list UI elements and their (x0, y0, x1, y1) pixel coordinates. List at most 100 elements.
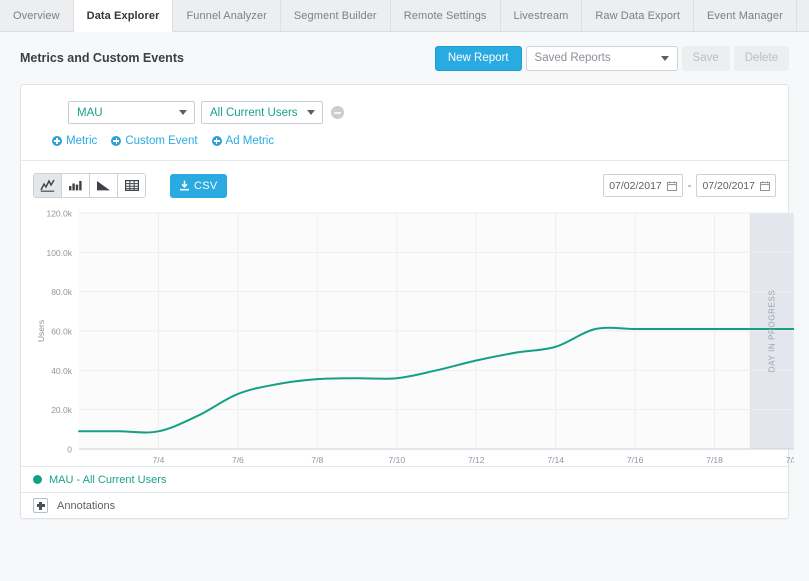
chevron-down-icon (179, 110, 187, 115)
end-date-value: 07/20/2017 (702, 179, 755, 192)
start-date-input[interactable]: 07/02/2017 (603, 174, 683, 197)
nav-tab-funnel-analyzer[interactable]: Funnel Analyzer (173, 0, 281, 31)
page-title: Metrics and Custom Events (20, 51, 184, 65)
download-csv-button[interactable]: CSV (170, 173, 227, 198)
nav-tab-label: Data Explorer (86, 9, 160, 22)
nav-tab-label: Raw Data Export (595, 9, 680, 22)
add-custom-event-link[interactable]: Custom Event (111, 135, 198, 147)
page-header: Metrics and Custom Events New Report Sav… (20, 32, 789, 84)
nav-tab-label: Funnel Analyzer (186, 9, 267, 22)
remove-metric-button[interactable] (331, 106, 344, 119)
nav-tab-segment-builder[interactable]: Segment Builder (281, 0, 391, 31)
annotations-label: Annotations (57, 499, 116, 512)
svg-text:7/16: 7/16 (627, 455, 644, 464)
add-ad-metric-label: Ad Metric (225, 135, 275, 147)
line-chart[interactable]: 0 20.0k 40.0k 60.0k 80.0k 100.0k 120.0k 7/4 7/6 7… (33, 206, 794, 464)
chart-area: 0 20.0k 40.0k 60.0k 80.0k 100.0k 120.0k 7/4 7/6 7… (33, 206, 794, 466)
svg-text:7/20: 7/20 (786, 455, 794, 464)
nav-tab-label: Remote Settings (403, 9, 487, 22)
plus-icon[interactable] (33, 498, 48, 513)
line-chart-icon (40, 179, 55, 192)
nav-tab-event-manager[interactable]: Event Manager (694, 0, 797, 31)
plus-circle-icon (111, 136, 122, 146)
csv-label: CSV (194, 179, 218, 192)
nav-tab-data-explorer[interactable]: Data Explorer (73, 0, 174, 32)
svg-text:7/6: 7/6 (232, 455, 244, 464)
nav-tab-label: Event Manager (706, 9, 783, 22)
metric-selectors: MAU All Current Users (21, 101, 788, 124)
area-chart-icon (97, 181, 110, 191)
calendar-icon (760, 180, 770, 191)
segment-select-value: All Current Users (210, 106, 298, 119)
nav-tab-remote-settings[interactable]: Remote Settings (391, 0, 501, 31)
plus-circle-icon (52, 136, 62, 146)
svg-text:7/14: 7/14 (547, 455, 564, 464)
nav-tab-label: Livestream (513, 9, 569, 22)
table-icon (124, 180, 139, 192)
add-links: Metric Custom Event Ad Metric (21, 124, 788, 160)
calendar-icon (666, 180, 677, 191)
svg-text:80.0k: 80.0k (51, 287, 73, 297)
end-date-input[interactable]: 07/20/2017 (696, 174, 776, 197)
svg-text:20.0k: 20.0k (51, 405, 73, 415)
legend-series-label: MAU - All Current Users (49, 473, 167, 486)
svg-text:60.0k: 60.0k (51, 327, 73, 337)
main-navigation: Overview Data Explorer Funnel Analyzer S… (0, 0, 809, 32)
start-date-value: 07/02/2017 (609, 179, 662, 192)
nav-tab-overview[interactable]: Overview (0, 0, 74, 31)
svg-text:7/10: 7/10 (389, 455, 406, 464)
saved-reports-select[interactable]: Saved Reports (525, 45, 678, 71)
table-button[interactable] (118, 174, 145, 197)
page-container: Metrics and Custom Events New Report Sav… (0, 32, 809, 519)
date-range-separator: - (687, 179, 692, 192)
saved-reports-value: Saved Reports (534, 52, 611, 64)
nav-tab-label: Overview (13, 9, 60, 22)
annotations-row[interactable]: Annotations (21, 492, 788, 518)
add-custom-event-label: Custom Event (125, 135, 198, 147)
date-range-picker: 07/02/2017 - 07/20/2017 (603, 174, 776, 197)
minus-circle-icon (334, 111, 341, 114)
metric-select-value: MAU (77, 106, 103, 119)
nav-tab-livestream[interactable]: Livestream (501, 0, 583, 31)
svg-text:0: 0 (67, 445, 72, 455)
chevron-down-icon (660, 55, 669, 61)
nav-tab-label: Segment Builder (293, 9, 377, 22)
download-icon (180, 180, 189, 191)
svg-text:7/8: 7/8 (311, 455, 323, 464)
svg-text:Users: Users (36, 320, 46, 342)
legend-color-dot (33, 475, 42, 484)
svg-text:7/18: 7/18 (706, 455, 723, 464)
add-metric-label: Metric (66, 135, 98, 147)
chevron-down-icon (307, 110, 315, 115)
bar-chart-button[interactable] (62, 174, 90, 197)
metric-select[interactable]: MAU (68, 101, 195, 124)
metric-configuration-row: MAU All Current Users Metric Custom Even… (21, 85, 788, 161)
delete-label: Delete (744, 52, 778, 64)
svg-text:120.0k: 120.0k (46, 209, 72, 219)
add-metric-link[interactable]: Metric (52, 135, 97, 147)
data-explorer-panel: MAU All Current Users Metric Custom Even… (20, 84, 794, 519)
add-ad-metric-link[interactable]: Ad Metric (211, 135, 275, 147)
new-report-button[interactable]: New Report (434, 45, 522, 71)
save-label: Save (692, 52, 719, 64)
nav-tab-integration[interactable]: Integration (797, 0, 809, 31)
segment-select[interactable]: All Current Users (201, 101, 323, 124)
line-chart-button[interactable] (34, 174, 62, 197)
plus-circle-icon (211, 136, 222, 146)
svg-text:40.0k: 40.0k (51, 366, 73, 376)
save-button[interactable]: Save (681, 45, 730, 71)
svg-text:DAY IN PROGRESS: DAY IN PROGRESS (767, 290, 776, 373)
nav-tab-raw-data-export[interactable]: Raw Data Export (582, 0, 694, 31)
chart-type-group (33, 173, 146, 198)
new-report-label: New Report (447, 52, 509, 64)
chart-toolbar: CSV 07/02/2017 - 07/20/2017 (21, 161, 788, 206)
header-actions: New Report Saved Reports Save Delete (434, 45, 789, 71)
chart-toolbar-left: CSV (33, 173, 227, 198)
chart-legend[interactable]: MAU - All Current Users (21, 466, 788, 492)
svg-text:7/12: 7/12 (468, 455, 485, 464)
svg-text:7/4: 7/4 (153, 455, 165, 464)
area-chart-button[interactable] (90, 174, 118, 197)
bar-chart-icon (69, 181, 82, 191)
svg-text:100.0k: 100.0k (46, 248, 72, 258)
delete-button[interactable]: Delete (733, 45, 789, 71)
